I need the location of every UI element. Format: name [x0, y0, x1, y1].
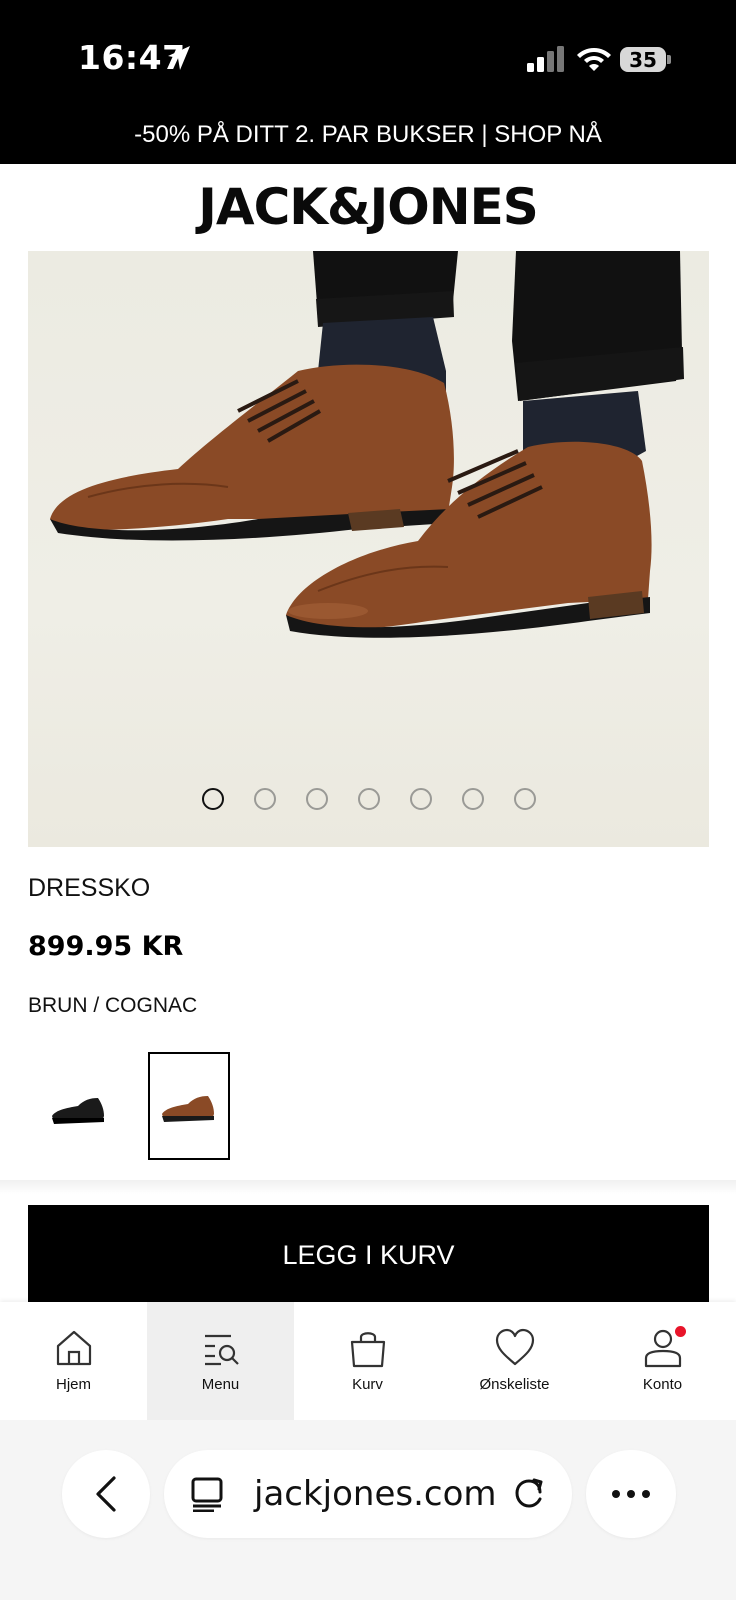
location-arrow-icon: [168, 46, 190, 70]
status-bar: 16:47 35: [0, 0, 736, 116]
brand-logo[interactable]: JACK&JONES: [0, 178, 736, 236]
browser-more-button[interactable]: [586, 1450, 676, 1538]
product-image-carousel[interactable]: [28, 251, 709, 847]
battery-level: 35: [629, 48, 657, 72]
carousel-dot-6[interactable]: [461, 788, 484, 810]
nav-item-cart[interactable]: Kurv: [294, 1302, 441, 1420]
nav-item-wishlist[interactable]: Ønskeliste: [441, 1302, 588, 1420]
url-text: jackjones.com: [254, 1474, 497, 1514]
carousel-dot-3[interactable]: [305, 788, 328, 810]
wifi-icon: [577, 48, 611, 71]
carousel-dot-2[interactable]: [253, 788, 276, 810]
product-price: 899.95 KR: [28, 931, 184, 962]
brown-shoe-thumbnail: [162, 1096, 214, 1122]
carousel-dot-1[interactable]: [201, 788, 224, 810]
carousel-dot-4[interactable]: [357, 788, 380, 810]
carousel-dot-7[interactable]: [513, 788, 536, 810]
add-to-cart-button[interactable]: LEGG I KURV: [28, 1205, 709, 1305]
account-notification-dot: [675, 1326, 686, 1337]
more-icon: [612, 1490, 650, 1498]
nav-label-wishlist: Ønskeliste: [479, 1376, 550, 1393]
back-icon: [96, 1476, 116, 1512]
carousel-dot-5[interactable]: [409, 788, 432, 810]
address-bar[interactable]: jackjones.com: [164, 1450, 572, 1538]
heart-icon: [495, 1328, 535, 1366]
nav-label-cart: Kurv: [352, 1376, 383, 1393]
product-color: BRUN / COGNAC: [28, 994, 198, 1017]
nav-item-account[interactable]: Konto: [589, 1302, 736, 1420]
reload-icon[interactable]: [512, 1476, 548, 1512]
shopping-bag-icon: [350, 1332, 386, 1368]
swatch-black-shoe[interactable]: [38, 1052, 120, 1160]
promo-banner[interactable]: -50% PÅ DITT 2. PAR BUKSER | SHOP NÅ: [0, 116, 736, 164]
browser-toolbar: jackjones.com: [0, 1420, 736, 1600]
home-icon: [56, 1330, 92, 1366]
cellular-signal-icon: [527, 46, 564, 72]
nav-item-menu[interactable]: Menu: [147, 1302, 294, 1420]
nav-label-menu: Menu: [201, 1376, 240, 1393]
product-name: DRESSKO: [28, 874, 151, 902]
nav-item-home[interactable]: Hjem: [0, 1302, 147, 1420]
tabs-icon: [191, 1477, 223, 1512]
carousel-dots: [28, 788, 709, 810]
menu-search-icon: [205, 1334, 239, 1366]
battery-icon: 35: [620, 47, 671, 72]
black-shoe-thumbnail: [52, 1098, 104, 1124]
swatch-brown-shoe[interactable]: [148, 1052, 230, 1160]
nav-label-account: Konto: [642, 1376, 683, 1393]
sticky-divider: [0, 1180, 736, 1194]
nav-label-home: Hjem: [55, 1376, 91, 1393]
browser-back-button[interactable]: [62, 1450, 150, 1538]
bottom-nav: Hjem Menu Kurv Ønskeliste Konto: [0, 1302, 736, 1420]
product-photo: [50, 251, 684, 638]
